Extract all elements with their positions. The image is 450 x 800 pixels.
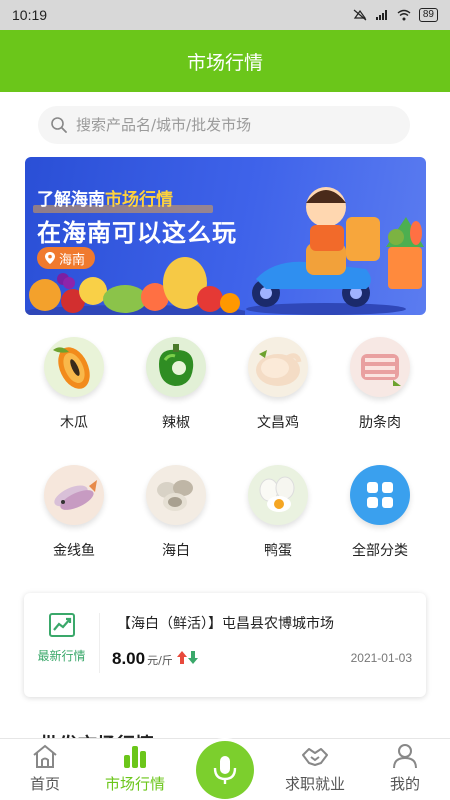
search-icon xyxy=(51,117,67,133)
trend-chart-icon xyxy=(48,613,75,637)
status-icons: 89 xyxy=(353,8,438,22)
category-label: 海白 xyxy=(162,543,190,559)
bottom-tab-bar: 首页 市场行情 求职就业 我的 xyxy=(0,738,450,800)
category-duck-egg[interactable]: 鸭蛋 xyxy=(228,465,328,560)
tab-label: 求职就业 xyxy=(284,775,345,793)
delivery-scooter-illustration xyxy=(246,187,424,315)
pepper-icon xyxy=(146,337,206,397)
promo-banner[interactable]: 了解海南市场行情 在海南可以这么玩 海南 xyxy=(25,157,426,315)
latest-price-card[interactable]: 最新行情 【海白（鲜活）】屯昌县农博城市场 8.00 元/斤 2021-01-0… xyxy=(24,593,426,697)
arrow-up-icon xyxy=(176,651,187,664)
price-value: 8.00 xyxy=(112,649,146,668)
category-fish[interactable]: 金线鱼 xyxy=(24,465,124,560)
latest-title: 【海白（鲜活）】屯昌县农博城市场 xyxy=(117,616,334,632)
banner-headline: 了解海南市场行情 xyxy=(37,185,173,210)
category-all[interactable]: 全部分类 xyxy=(330,465,430,560)
wifi-icon xyxy=(397,9,411,21)
category-papaya[interactable]: 木瓜 xyxy=(24,337,124,432)
battery-indicator: 89 xyxy=(418,8,438,22)
clam-icon xyxy=(146,465,206,525)
grid-icon xyxy=(350,465,410,525)
tab-jobs[interactable]: 求职就业 xyxy=(270,739,360,800)
handshake-icon xyxy=(302,748,328,766)
banner-slogan: 在海南可以这么玩 xyxy=(37,219,237,247)
latest-date: 2021-01-03 xyxy=(350,651,412,665)
search-bar[interactable] xyxy=(38,106,410,144)
duck-egg-icon xyxy=(248,465,308,525)
status-time: 10:19 xyxy=(12,7,48,23)
category-label: 木瓜 xyxy=(60,415,88,431)
category-pepper[interactable]: 辣椒 xyxy=(126,337,226,432)
price-trend xyxy=(176,651,198,664)
user-icon xyxy=(393,744,417,769)
bar-chart-icon xyxy=(124,746,146,768)
status-bar: 10:19 89 xyxy=(0,0,450,30)
home-icon xyxy=(33,744,57,768)
main-content[interactable]: 了解海南市场行情 在海南可以这么玩 海南 xyxy=(0,92,450,738)
microphone-icon xyxy=(213,756,237,784)
pork-rib-icon xyxy=(350,337,410,397)
category-label: 全部分类 xyxy=(352,543,408,559)
section-title: 批发市场行情 xyxy=(40,730,154,738)
tab-label: 市场行情 xyxy=(104,775,165,793)
tab-me[interactable]: 我的 xyxy=(360,739,450,800)
banner-headline-highlight: 市场行情 xyxy=(105,190,173,210)
voice-button[interactable] xyxy=(196,741,254,799)
tab-market[interactable]: 市场行情 xyxy=(90,739,180,800)
category-label: 辣椒 xyxy=(162,415,190,431)
category-label: 金线鱼 xyxy=(53,543,95,559)
latest-badge-label: 最新行情 xyxy=(37,649,86,663)
latest-price: 8.00 元/斤 xyxy=(112,649,198,669)
tab-label: 我的 xyxy=(389,775,420,793)
category-chicken[interactable]: 文昌鸡 xyxy=(228,337,328,432)
fruit-illustration xyxy=(25,257,245,315)
category-pork-rib[interactable]: 肋条肉 xyxy=(330,337,430,432)
app-header: 市场行情 xyxy=(0,30,450,92)
price-unit: 元/斤 xyxy=(147,654,173,667)
tab-label: 首页 xyxy=(29,775,60,793)
category-clam[interactable]: 海白 xyxy=(126,465,226,560)
fish-icon xyxy=(44,465,104,525)
chicken-icon xyxy=(248,337,308,397)
mute-icon xyxy=(353,9,367,21)
latest-badge: 最新行情 xyxy=(24,613,100,673)
signal-icon xyxy=(375,10,387,20)
banner-headline-prefix: 了解海南 xyxy=(37,190,105,210)
category-label: 文昌鸡 xyxy=(257,415,299,431)
category-label: 肋条肉 xyxy=(359,415,401,431)
papaya-icon xyxy=(44,337,104,397)
category-label: 鸭蛋 xyxy=(264,543,292,559)
arrow-down-icon xyxy=(187,651,198,664)
tab-home[interactable]: 首页 xyxy=(0,739,90,800)
search-input[interactable] xyxy=(76,116,376,134)
page-title: 市场行情 xyxy=(186,51,263,74)
